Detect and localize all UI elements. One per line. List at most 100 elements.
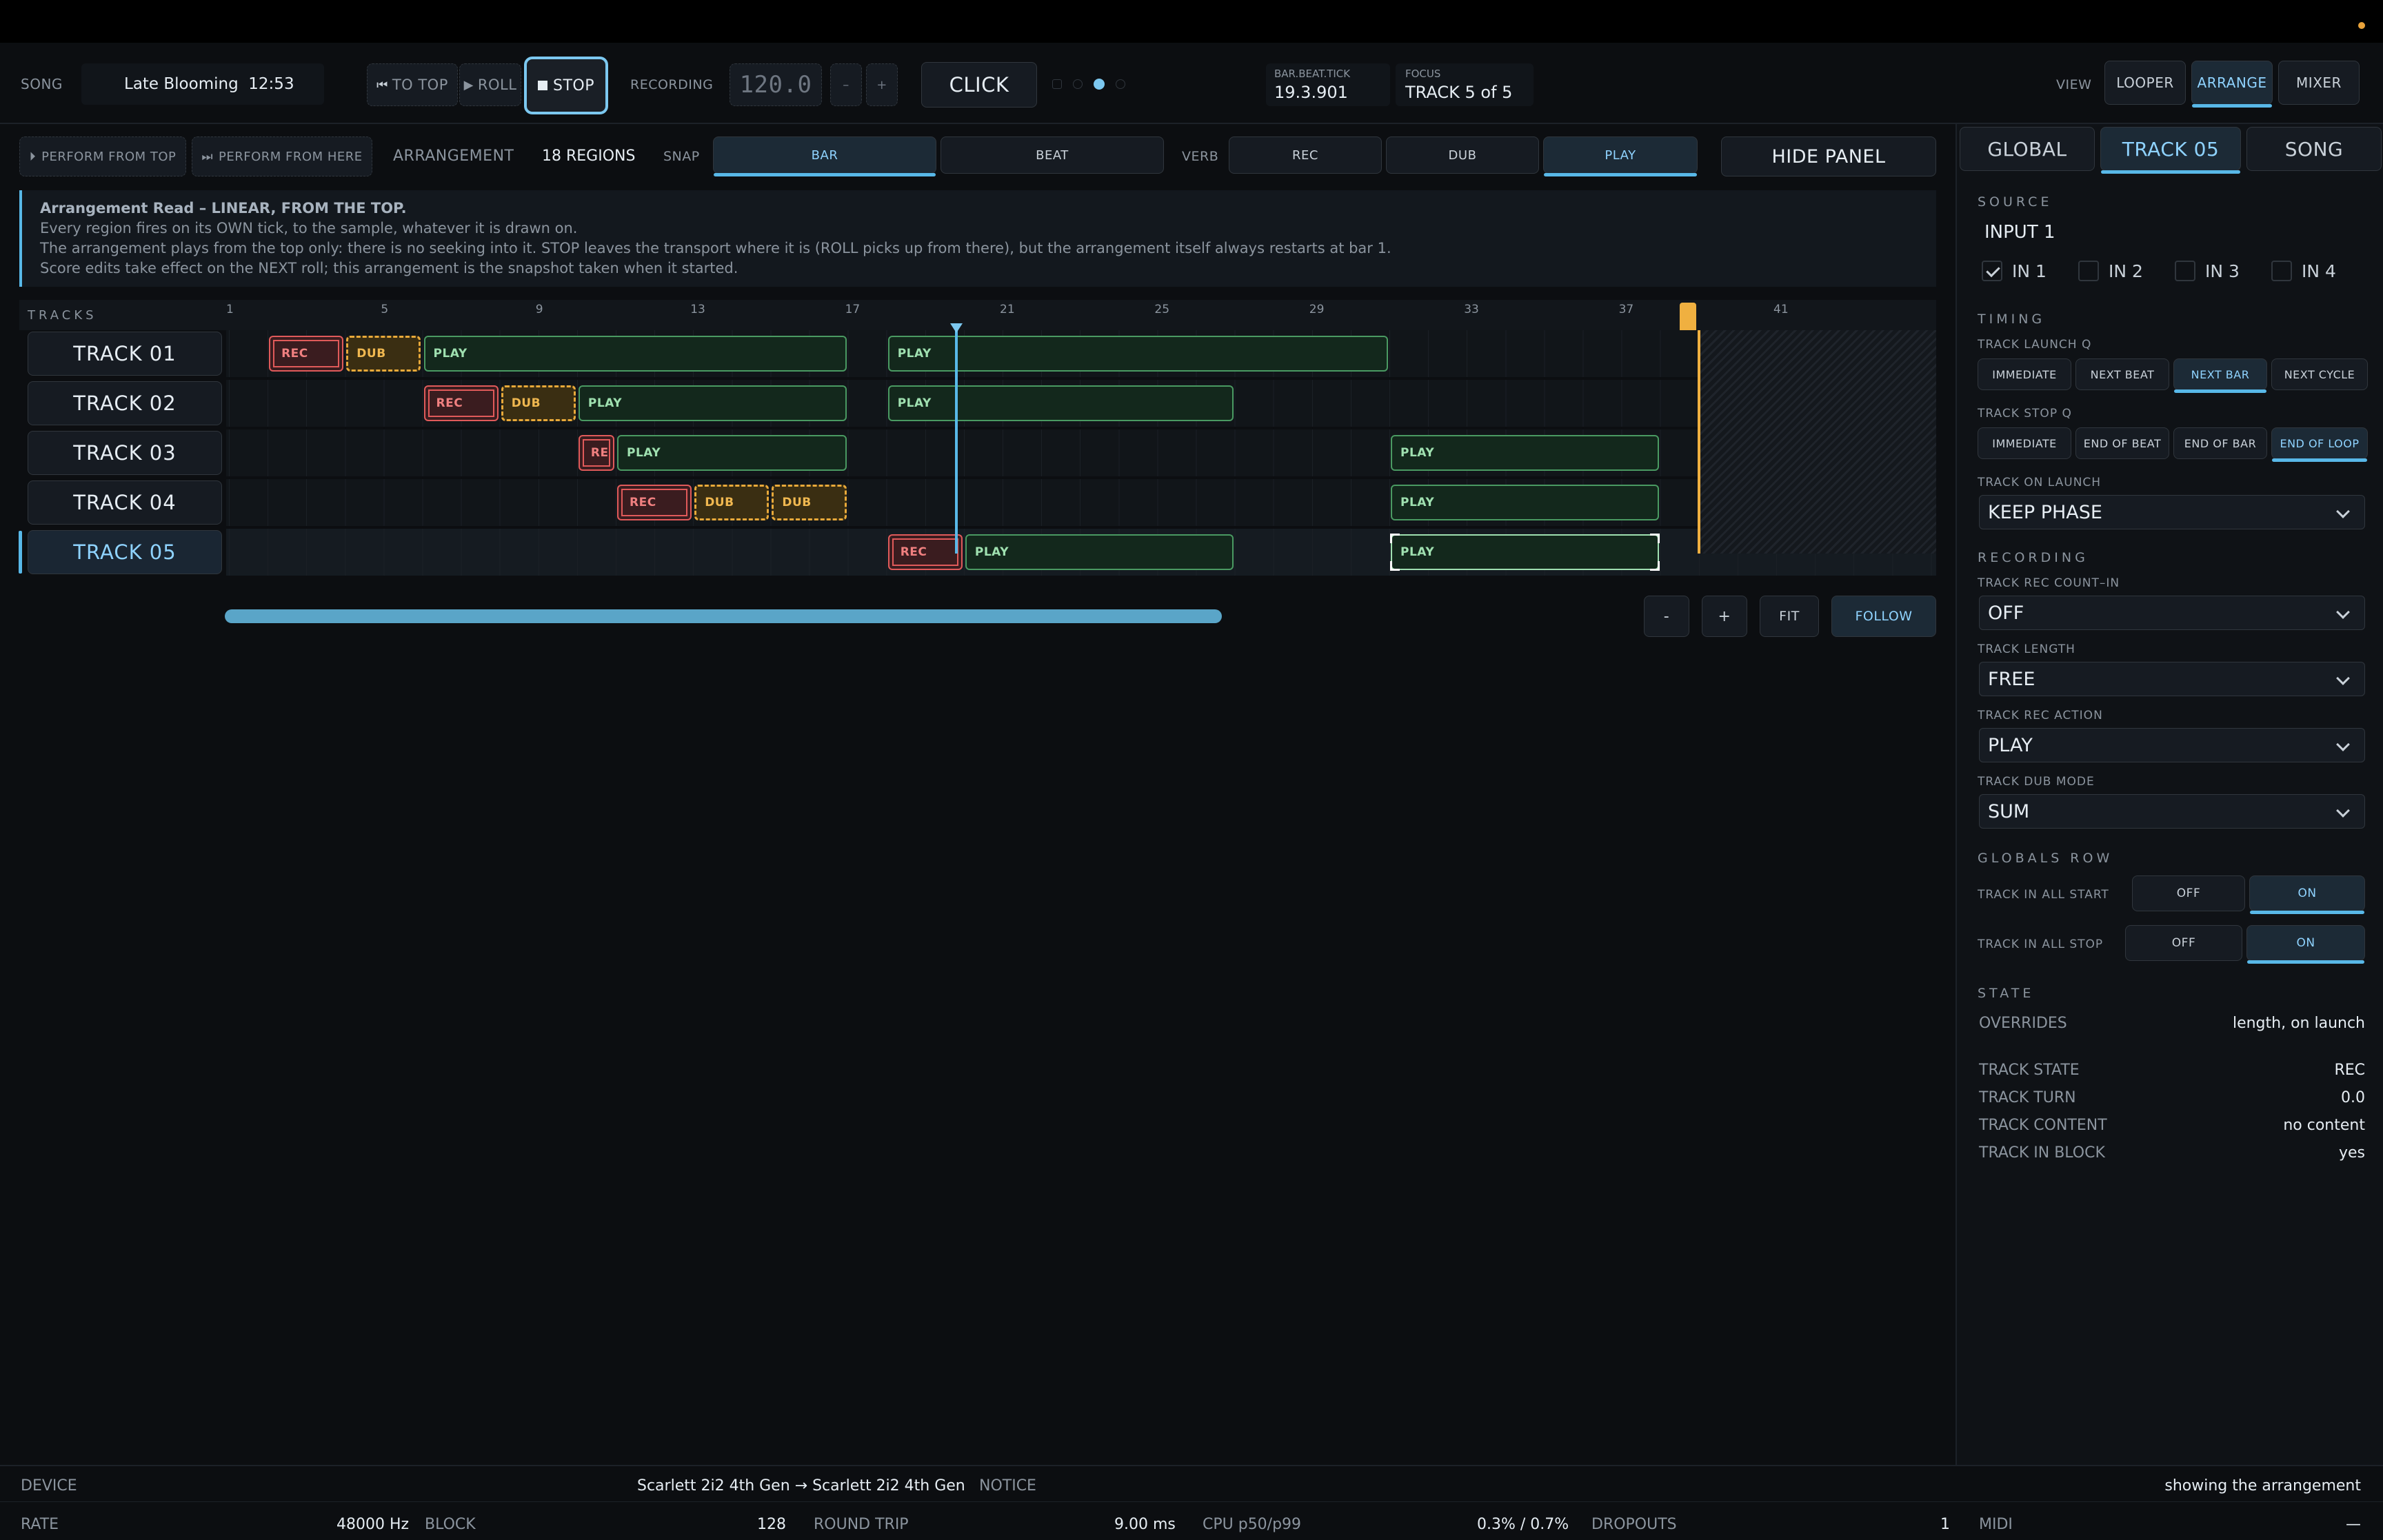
all-start-off[interactable]: OFF <box>2132 875 2245 911</box>
region-label: RE <box>590 446 609 460</box>
snap-beat-button[interactable]: BEAT <box>941 136 1164 174</box>
all-stop-off[interactable]: OFF <box>2125 925 2242 961</box>
playhead[interactable] <box>954 325 958 554</box>
count-in-select[interactable]: OFF <box>1979 596 2365 630</box>
position-label: BAR.BEAT.TICK <box>1274 68 1351 80</box>
bar-tick-label: 33 <box>1464 303 1479 316</box>
tab-song[interactable]: SONG <box>2246 127 2382 171</box>
bar-tick-label: 41 <box>1773 303 1789 316</box>
region-rec[interactable]: REC <box>617 485 692 520</box>
region-play[interactable]: PLAY <box>1390 534 1660 571</box>
bar-tick-label: 21 <box>1000 303 1015 316</box>
region-play[interactable]: PLAY <box>887 385 1234 421</box>
region-rec[interactable]: REC <box>269 336 344 372</box>
bpm-field[interactable]: 120.0 <box>730 63 822 106</box>
stop-q-end-of-bar[interactable]: END OF BAR <box>2173 427 2267 459</box>
region-label: DUB <box>705 496 734 509</box>
selection-corner[interactable] <box>1390 561 1400 571</box>
view-mixer-button[interactable]: MIXER <box>2278 61 2360 105</box>
region-play[interactable]: PLAY <box>887 336 1388 372</box>
snap-bar-button[interactable]: BAR <box>713 136 936 176</box>
launch-q-label: TRACK LAUNCH Q <box>1978 338 2092 352</box>
timeline-scrollbar-thumb[interactable] <box>225 609 1222 623</box>
view-looper-button[interactable]: LOOPER <box>2104 61 2186 105</box>
count-in-label: TRACK REC COUNT–IN <box>1978 576 2120 590</box>
region-rec[interactable]: RE <box>578 435 614 471</box>
hide-panel-button[interactable]: HIDE PANEL <box>1721 136 1936 176</box>
all-stop-on[interactable]: ON <box>2246 925 2365 964</box>
chevron-down-icon <box>2336 671 2350 685</box>
length-label: TRACK LENGTH <box>1978 642 2075 656</box>
region-dub[interactable]: DUB <box>772 485 847 520</box>
region-play[interactable]: PLAY <box>1391 485 1659 520</box>
launch-q-next-beat[interactable]: NEXT BEAT <box>2075 358 2169 390</box>
verb-rec-button[interactable]: REC <box>1229 136 1382 174</box>
all-stop-label: TRACK IN ALL STOP <box>1978 938 2104 951</box>
notice-line-2: The arrangement plays from the top only:… <box>40 240 1391 256</box>
region-rec[interactable]: REC <box>423 385 499 421</box>
dropouts-label: DROPOUTS <box>1591 1516 1677 1533</box>
region-play[interactable]: PLAY <box>617 435 847 471</box>
verb-dub-button[interactable]: DUB <box>1386 136 1539 174</box>
dub-mode-select[interactable]: SUM <box>1979 794 2365 829</box>
tab-track-05[interactable]: TRACK 05 <box>2100 127 2241 174</box>
view-label: VIEW <box>2056 77 2092 92</box>
selection-corner[interactable] <box>1649 534 1660 543</box>
inspector-panel: GLOBAL TRACK 05 SONG SOURCE INPUT 1 IN 1… <box>1955 124 2383 1465</box>
zoom-in-button[interactable]: + <box>1702 596 1747 637</box>
region-dub[interactable]: DUB <box>501 385 576 421</box>
roll-button[interactable]: ▶ ROLL <box>459 63 521 106</box>
stop-q-end-of-beat[interactable]: END OF BEAT <box>2075 427 2169 459</box>
length-select[interactable]: FREE <box>1979 662 2365 696</box>
stop-button[interactable]: STOP <box>524 57 608 114</box>
rec-action-select[interactable]: PLAY <box>1979 728 2365 762</box>
bar-tick-label: 5 <box>381 303 389 316</box>
input-2-checkbox[interactable] <box>2078 261 2099 281</box>
perform-from-top-button[interactable]: ⏵ PERFORM FROM TOP <box>19 136 186 176</box>
view-arrange-button[interactable]: ARRANGE <box>2191 61 2273 108</box>
bar-ruler[interactable]: 1 5 9 13 17 21 25 29 33 37 41 <box>19 303 1936 330</box>
selection-corner[interactable] <box>1390 534 1400 543</box>
selection-corner[interactable] <box>1649 561 1660 571</box>
region-label: REC <box>436 396 463 410</box>
song-selector[interactable]: Late Blooming 12:53 <box>81 63 324 105</box>
input-1-checkbox[interactable] <box>1982 261 2002 281</box>
on-launch-select[interactable]: KEEP PHASE <box>1979 495 2365 529</box>
region-play[interactable]: PLAY <box>1391 435 1659 471</box>
tab-global[interactable]: GLOBAL <box>1960 127 2095 171</box>
song-label: SONG <box>21 76 63 92</box>
launch-q-next-cycle[interactable]: NEXT CYCLE <box>2271 358 2368 390</box>
input-3-checkbox[interactable] <box>2175 261 2195 281</box>
track-state-row: TRACK STATE REC <box>1979 1062 2365 1079</box>
zoom-out-button[interactable]: - <box>1644 596 1689 637</box>
bar-tick-label: 37 <box>1618 303 1634 316</box>
recording-label: RECORDING <box>630 77 714 92</box>
region-dub[interactable]: DUB <box>346 336 421 372</box>
arrangement-timeline[interactable]: TRACKS 1 5 9 13 17 21 25 29 33 37 41 TRACK 01 TRACK… <box>19 300 1936 582</box>
playhead-marker-icon[interactable] <box>949 323 963 333</box>
input-4-checkbox[interactable] <box>2271 261 2292 281</box>
chevron-down-icon <box>2336 738 2350 751</box>
stop-q-end-of-loop[interactable]: END OF LOOP <box>2271 427 2368 462</box>
snap-label: SNAP <box>663 149 700 164</box>
bpm-plus-button[interactable]: + <box>866 63 898 106</box>
song-name: Late Blooming 12:53 <box>124 75 294 93</box>
follow-button[interactable]: FOLLOW <box>1831 596 1936 637</box>
end-marker-icon[interactable] <box>1679 303 1696 330</box>
launch-q-next-bar[interactable]: NEXT BAR <box>2173 358 2267 393</box>
region-play[interactable]: PLAY <box>578 385 847 421</box>
launch-q-immediate[interactable]: IMMEDIATE <box>1978 358 2071 390</box>
region-play[interactable]: PLAY <box>965 534 1234 570</box>
bpm-minus-button[interactable]: – <box>830 63 862 106</box>
stop-q-immediate[interactable]: IMMEDIATE <box>1978 427 2071 459</box>
all-start-on[interactable]: ON <box>2249 875 2365 914</box>
click-button[interactable]: CLICK <box>921 62 1037 108</box>
region-play[interactable]: PLAY <box>423 336 847 372</box>
verb-play-button[interactable]: PLAY <box>1543 136 1698 176</box>
region-rec[interactable]: REC <box>887 534 963 570</box>
round-trip-value: 9.00 ms <box>1114 1516 1176 1533</box>
region-dub[interactable]: DUB <box>694 485 770 520</box>
perform-from-here-button[interactable]: ⏭ PERFORM FROM HERE <box>192 136 372 176</box>
to-top-button[interactable]: ⏮ TO TOP <box>367 63 458 106</box>
fit-button[interactable]: FIT <box>1760 596 1819 637</box>
